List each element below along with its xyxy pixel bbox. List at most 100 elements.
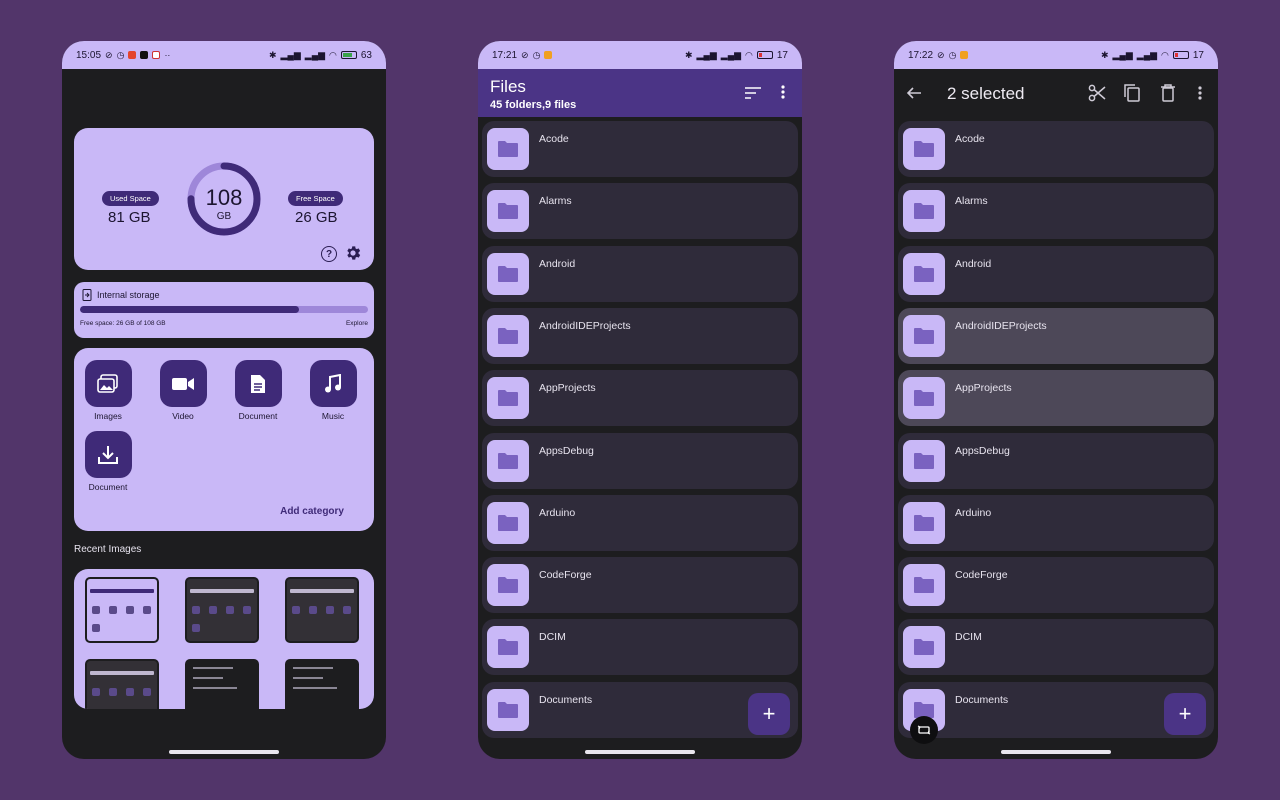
folder-icon [903,564,945,607]
copy-icon[interactable] [1124,84,1140,102]
folder-name: DCIM [955,631,982,644]
used-space-badge: Used Space [102,191,159,206]
sort-icon[interactable] [745,87,761,99]
back-arrow-icon[interactable] [906,85,922,101]
alarm-off-icon: ⊘ [105,50,113,60]
folder-name: Acode [539,133,569,145]
gesture-nav-bar[interactable] [585,750,695,754]
recent-images-grid [74,569,374,709]
folder-row[interactable]: Arduino [898,494,1214,551]
folder-icon [487,439,529,482]
rotate-screen-icon[interactable] [910,716,938,744]
folder-row[interactable]: AppsDebug [898,432,1214,489]
folder-icon [487,564,529,607]
document-icon [234,360,282,407]
signal-icon: ▂▄▆ [1136,50,1158,60]
folder-name: Alarms [539,195,572,208]
folder-name: AndroidIDEProjects [955,319,1047,332]
folder-icon [903,314,945,357]
category-downloads[interactable]: Document [78,431,138,492]
folder-name: Documents [539,693,593,706]
add-category-button[interactable]: Add category [280,506,344,517]
category-document[interactable]: Document [228,360,288,421]
storage-summary-card[interactable]: Used Space 81 GB 108 GB Free Space 26 GB… [74,128,374,270]
internal-storage-card[interactable]: Internal storage Free space: 26 GB of 10… [74,282,374,338]
recent-image-thumbnail[interactable] [185,577,259,643]
folder-row[interactable]: Android [898,245,1214,302]
more-options-icon[interactable] [1198,86,1202,100]
folder-row[interactable]: AndroidIDEProjects [898,307,1214,364]
folder-name: CodeForge [955,569,1008,582]
folder-name: Android [539,257,576,270]
selection-count: 2 selected [947,84,1025,103]
category-label: Document [238,411,278,421]
battery-percent: 17 [1192,49,1204,61]
folder-row[interactable]: Alarms [482,183,798,240]
category-video[interactable]: Video [153,360,213,421]
folder-name: CodeForge [539,569,592,582]
storage-progress-fill [80,306,299,313]
folder-icon [903,377,945,420]
total-storage-value: 108 [205,185,243,210]
folder-icon [487,190,529,233]
folder-list: Acode Alarms Android AndroidIDEProjects AppP… [894,117,1218,759]
more-notifications-icon: ·· [164,50,171,60]
recent-image-thumbnail[interactable] [85,577,159,643]
folder-row[interactable]: Android [482,245,798,302]
gear-icon[interactable] [344,244,362,262]
folder-row[interactable]: AndroidIDEProjects [482,307,798,364]
status-time: 17:22 [908,49,934,61]
folder-row[interactable]: AppProjects [482,370,798,427]
folder-row[interactable]: CodeForge [898,557,1214,614]
status-bar: 17:21 ⊘ ◷ ✱ ▂▄▆ ▂▄▆ ◠ 17 [478,41,802,69]
folder-row[interactable]: DCIM [482,619,798,676]
signal-icon: ▂▄▆ [720,50,742,60]
internal-storage-title: Internal storage [97,290,160,300]
gesture-nav-bar[interactable] [1001,750,1111,754]
folder-row[interactable]: AppProjects [898,370,1214,427]
folder-row[interactable]: CodeForge [482,557,798,614]
delete-icon[interactable] [1160,84,1176,102]
add-button[interactable]: + [1164,693,1206,735]
folder-row[interactable]: Acode [482,121,798,177]
category-images[interactable]: Images [78,360,138,421]
files-app-bar: Files 45 folders,9 files [478,69,802,117]
folder-icon [903,190,945,233]
phone-storage-icon [82,289,92,301]
category-music[interactable]: Music [303,360,363,421]
folder-icon [903,626,945,669]
free-space-value: 26 GB [295,209,338,226]
recent-image-thumbnail[interactable] [85,659,159,709]
battery-percent: 17 [776,49,788,61]
add-button[interactable]: + [748,693,790,735]
recent-image-thumbnail[interactable] [285,577,359,643]
app-notification-icon [960,51,969,59]
free-space-text: Free space: 26 GB of 108 GB [80,320,166,327]
selection-app-bar: 2 selected [894,69,1218,117]
folder-icon [487,377,529,420]
folder-row[interactable]: Acode [898,121,1214,177]
music-icon [309,360,357,407]
folder-row[interactable]: DCIM [898,619,1214,676]
help-icon[interactable]: ? [321,246,337,262]
folder-icon [487,314,529,357]
recent-image-thumbnail[interactable] [285,659,359,709]
cut-icon[interactable] [1088,84,1106,102]
app-notification-icon [544,51,553,59]
folder-list: Acode Alarms Android AndroidIDEProjects AppP… [478,117,802,759]
more-options-icon[interactable] [781,85,785,99]
folder-name: Android [955,257,992,270]
explore-link[interactable]: Explore [346,320,368,327]
download-icon [84,431,132,478]
folder-icon [903,501,945,544]
alarm-icon: ◷ [948,50,957,60]
folder-name: AppProjects [539,382,596,395]
recent-image-thumbnail[interactable] [185,659,259,709]
bluetooth-icon: ✱ [1101,50,1109,60]
folder-row[interactable]: Alarms [898,183,1214,240]
folder-icon [487,626,529,669]
folder-row[interactable]: AppsDebug [482,432,798,489]
gesture-nav-bar[interactable] [169,750,279,754]
folder-row[interactable]: Arduino [482,494,798,551]
status-time: 17:21 [492,49,518,61]
